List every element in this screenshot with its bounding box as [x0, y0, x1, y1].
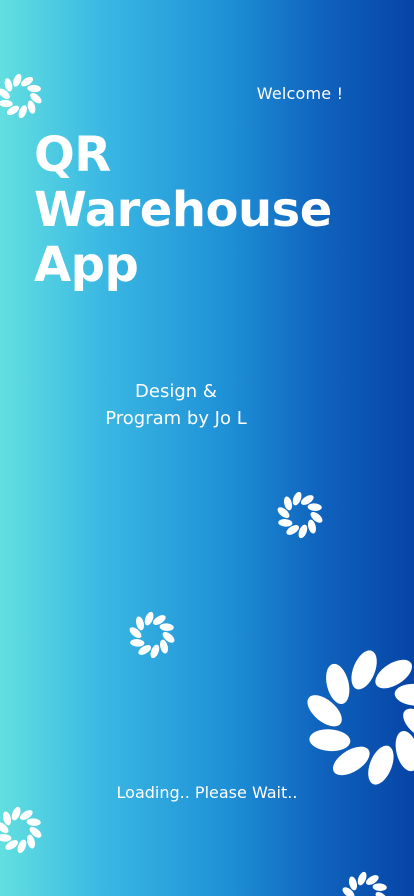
leaf-shape — [368, 745, 394, 785]
leaf-shape — [11, 806, 21, 821]
leaf-shape — [372, 883, 387, 891]
leaf-shape — [309, 729, 351, 752]
loading-status: Loading.. Please Wait.. — [116, 783, 298, 802]
leaf-shape — [27, 84, 41, 93]
credits-line-2: Program by Jo L — [105, 408, 247, 429]
leaf-shape — [395, 730, 414, 772]
credits-text: Design & Program by Jo L — [76, 378, 276, 432]
leaf-shape — [278, 519, 293, 527]
app-title-line-3: App — [34, 237, 139, 293]
leaf-shape — [0, 834, 12, 842]
welcome-text: Welcome ! — [256, 84, 344, 103]
leaf-shape — [18, 105, 27, 119]
leaf-wreath-icon-top-left — [0, 73, 42, 119]
app-title-line-1: QR — [34, 127, 111, 183]
leaf-shape — [298, 524, 308, 539]
leaf-shape — [351, 650, 377, 690]
leaf-wreath-icon-bottom-right — [342, 871, 388, 896]
credits-line-1: Design & — [135, 381, 217, 402]
leaf-wreath-icon-middle-right — [277, 491, 323, 539]
leaf-wreath-icon-large-right — [307, 650, 414, 785]
leaf-shape — [144, 611, 154, 626]
leaf-shape — [357, 871, 367, 886]
app-title-line-2: Warehouse — [34, 182, 332, 238]
leaf-shape — [150, 644, 160, 659]
leaf-shape — [130, 639, 145, 647]
splash-screen: Welcome ! QR Warehouse App Design & Prog… — [0, 0, 414, 896]
leaf-shape — [394, 683, 414, 706]
leaf-wreath-icon-middle-left — [129, 611, 175, 659]
leaf-shape — [307, 503, 322, 511]
app-title: QR Warehouse App — [34, 128, 332, 293]
leaf-wreath-icon-bottom-left — [0, 806, 42, 854]
leaf-shape — [17, 839, 27, 854]
leaf-shape — [26, 818, 41, 826]
leaf-shape — [0, 99, 13, 108]
leaf-shape — [292, 491, 302, 506]
leaf-shape — [159, 623, 174, 631]
leaf-shape — [13, 73, 22, 87]
